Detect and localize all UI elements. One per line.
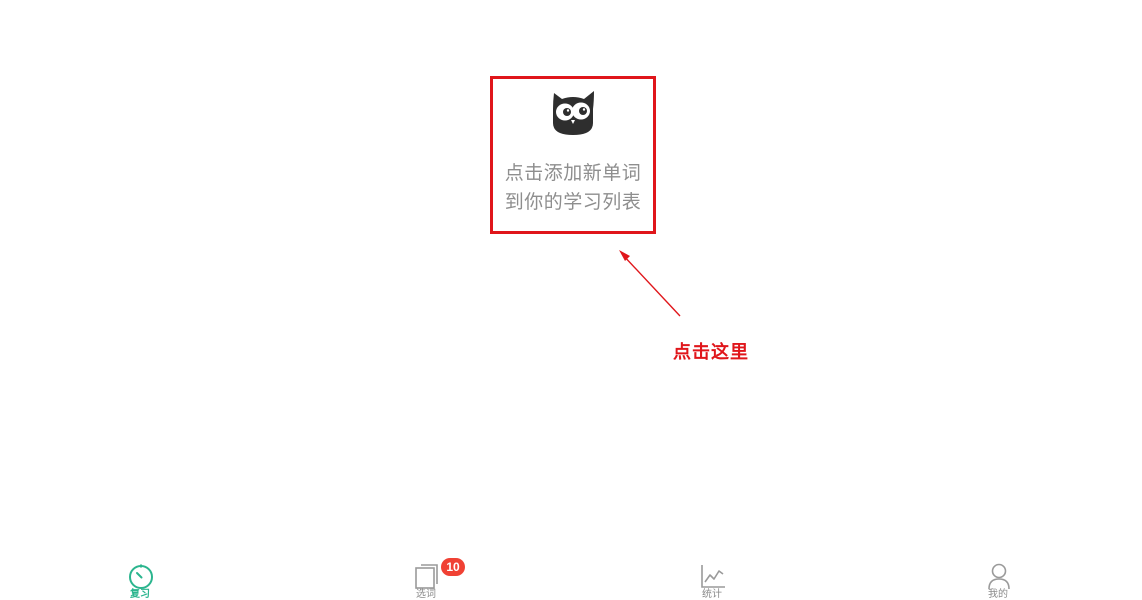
tab-profile-label: 我的 <box>988 589 1008 600</box>
word-cards-icon <box>415 564 438 589</box>
annotation-arrow-icon <box>619 250 681 317</box>
tab-review-label: 复习 <box>130 589 150 600</box>
new-words-badge: 10 <box>441 558 465 576</box>
annotation-label: 点击这里 <box>673 342 749 363</box>
add-word-hint: 点击添加新单词 到你的学习列表 <box>493 159 653 217</box>
add-word-hint-line1: 点击添加新单词 <box>504 162 642 184</box>
bottom-tab-bar: 复习 10 选词 统计 我的 <box>0 550 1142 600</box>
owl-logo-icon <box>553 91 594 135</box>
tab-select-words[interactable]: 10 选词 <box>386 558 466 600</box>
add-word-hint-line2: 到你的学习列表 <box>504 191 642 213</box>
person-icon <box>988 563 1010 590</box>
tab-statistics[interactable]: 统计 <box>672 558 752 600</box>
add-word-card[interactable]: 点击添加新单词 到你的学习列表 <box>490 76 656 234</box>
page: 点击添加新单词 到你的学习列表 点击这里 复习 10 选词 统计 我的 <box>0 0 1142 600</box>
timer-icon <box>129 564 153 589</box>
tab-profile[interactable]: 我的 <box>958 558 1038 600</box>
tab-review[interactable]: 复习 <box>100 558 180 600</box>
line-chart-icon <box>701 565 725 588</box>
tab-select-words-label: 选词 <box>416 589 436 600</box>
tab-statistics-label: 统计 <box>702 589 722 600</box>
